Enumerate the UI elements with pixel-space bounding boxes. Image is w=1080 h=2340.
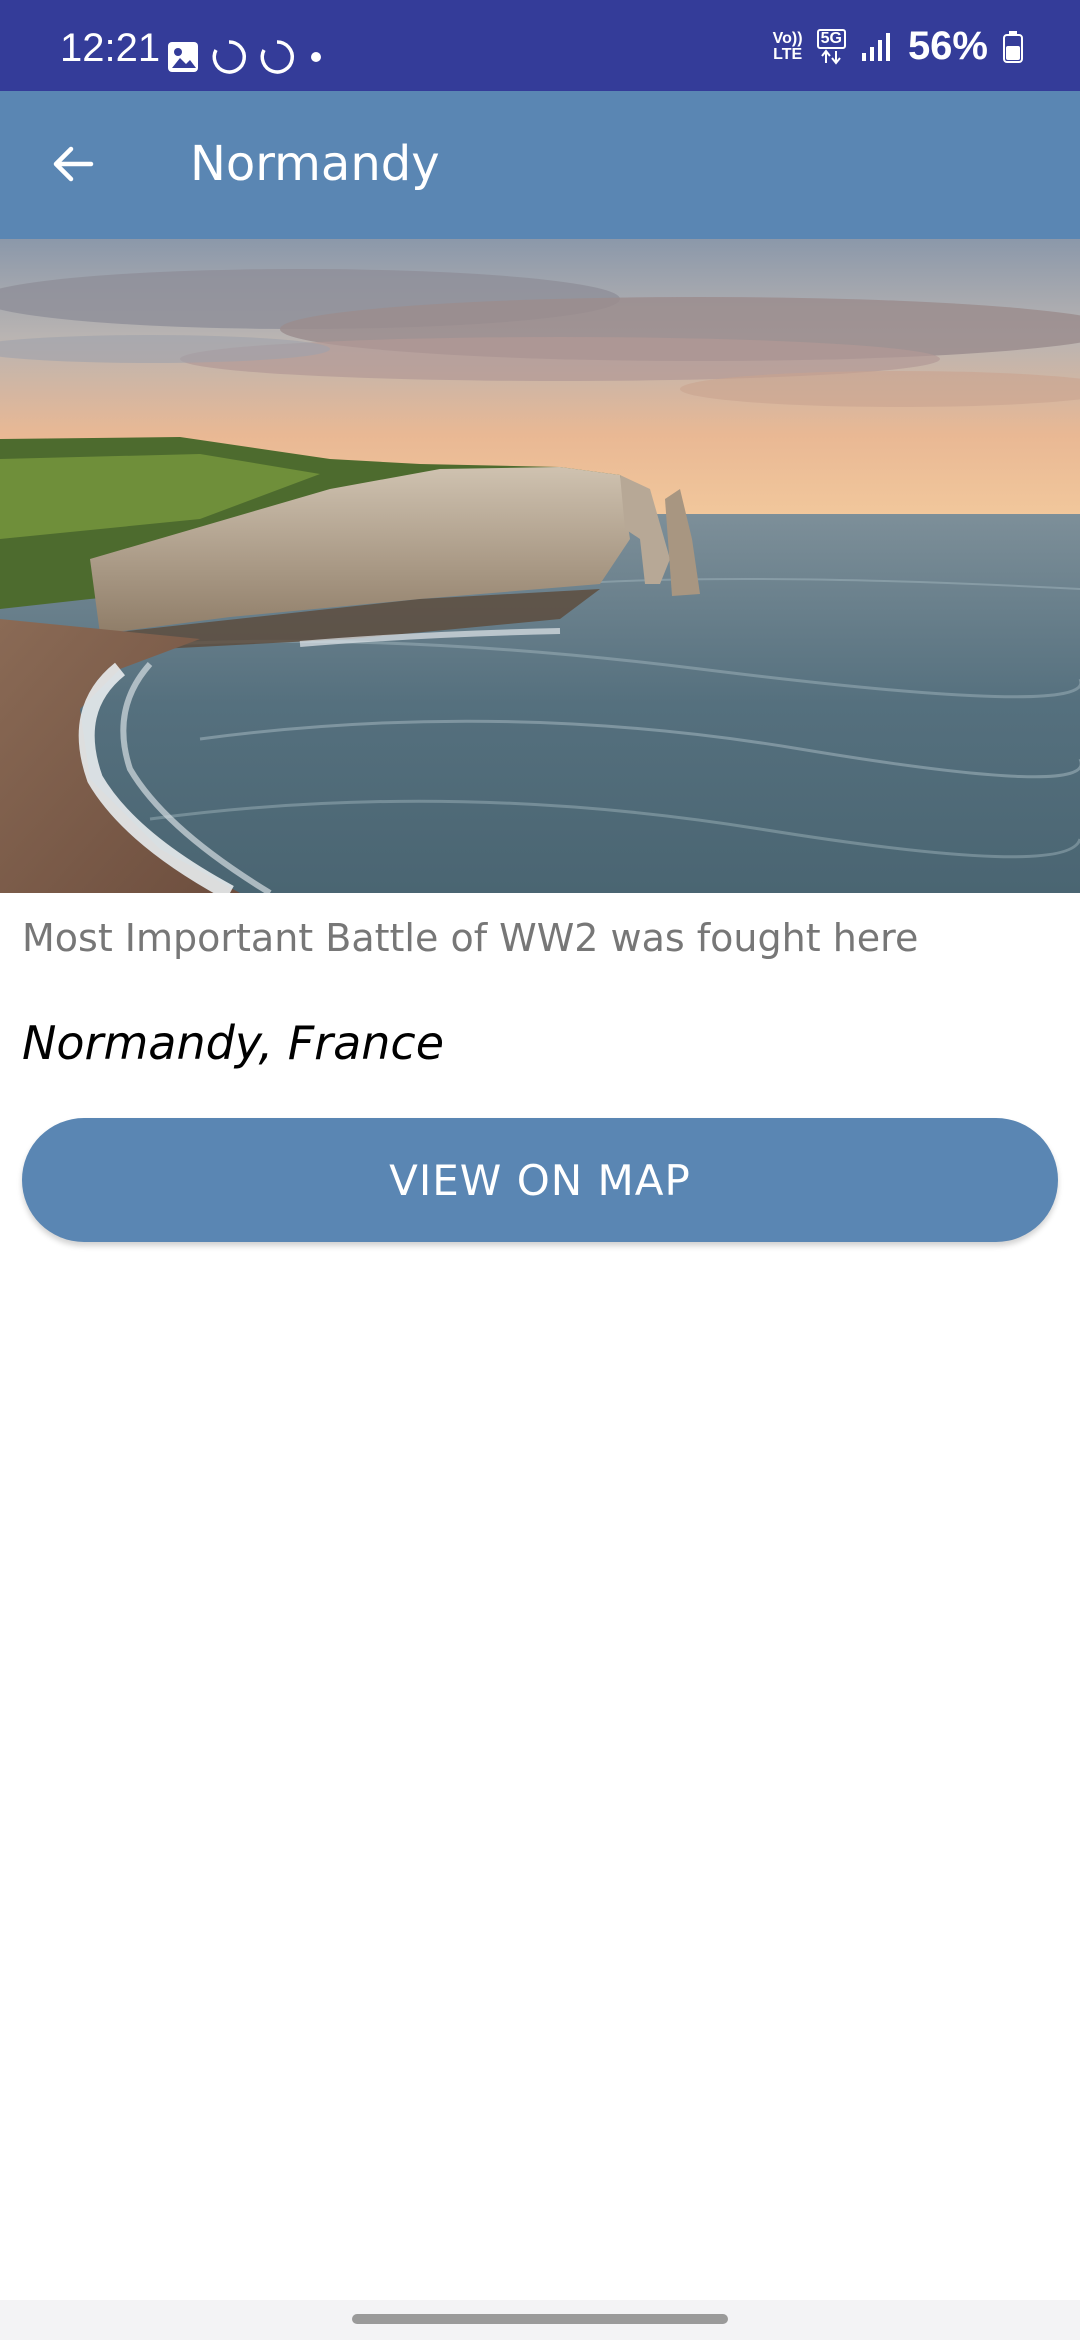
sync-icon bbox=[260, 40, 294, 74]
status-notification-icons bbox=[166, 38, 326, 76]
place-location: Normandy, France bbox=[22, 1016, 445, 1070]
arrow-left-icon bbox=[53, 146, 94, 182]
app-bar: Normandy bbox=[0, 91, 1080, 239]
status-bar: 12:21 Vo)) LTE 5G 56% bbox=[0, 0, 1080, 91]
network-type: 5G bbox=[816, 28, 846, 49]
back-button[interactable] bbox=[36, 127, 110, 201]
data-arrows-icon bbox=[821, 48, 842, 65]
volte-label-top: Vo)) bbox=[772, 29, 803, 47]
navigation-bar bbox=[0, 2300, 1080, 2340]
page-title: Normandy bbox=[190, 136, 440, 192]
volte-label-bottom: LTE bbox=[773, 45, 803, 63]
battery-icon bbox=[1003, 30, 1023, 63]
hero-image bbox=[0, 239, 1080, 893]
5g-icon: 5G bbox=[816, 28, 846, 65]
sync-icon bbox=[212, 40, 246, 74]
home-gesture-handle[interactable] bbox=[352, 2314, 728, 2324]
status-system-icons: Vo)) LTE 5G 56% bbox=[773, 24, 1024, 69]
view-on-map-button[interactable]: VIEW ON MAP bbox=[22, 1118, 1058, 1242]
dot-icon bbox=[311, 52, 321, 62]
place-description: Most Important Battle of WW2 was fought … bbox=[22, 916, 919, 960]
status-time: 12:21 bbox=[60, 26, 161, 70]
etretat-cliffs-coastline-image bbox=[0, 239, 1080, 893]
volte-icon: Vo)) LTE bbox=[772, 29, 803, 63]
battery-percent: 56% bbox=[907, 24, 988, 68]
signal-icon bbox=[861, 32, 890, 61]
image-icon bbox=[168, 42, 198, 72]
